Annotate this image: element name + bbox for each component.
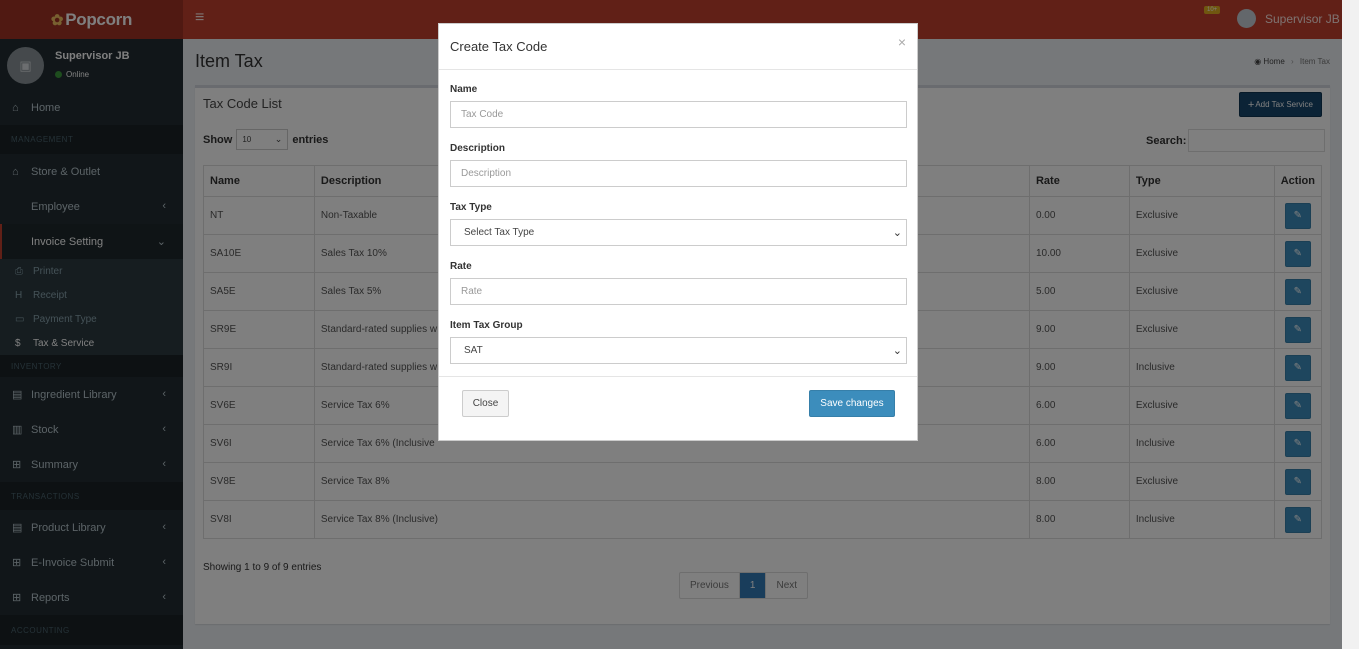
- page-scrollbar[interactable]: [1342, 0, 1359, 649]
- description-input[interactable]: Description: [450, 160, 907, 187]
- modal-footer-divider: [439, 376, 917, 377]
- chevron-down-icon: ⌄: [892, 345, 902, 357]
- save-changes-button[interactable]: Save changes: [809, 390, 895, 417]
- modal-header: Create Tax Code ×: [439, 24, 917, 70]
- item-tax-group-select[interactable]: SAT ⌄: [450, 337, 907, 364]
- app-root: ✿ Popcorn ≡ 10+ Supervisor JB ▣ Supervis…: [0, 0, 1359, 649]
- name-label: Name: [450, 84, 478, 95]
- tax-type-value: Select Tax Type: [464, 227, 535, 238]
- description-label: Description: [450, 143, 506, 154]
- close-button[interactable]: Close: [462, 390, 509, 417]
- item-tax-group-label: Item Tax Group: [450, 320, 523, 331]
- name-input[interactable]: Tax Code: [450, 101, 907, 128]
- close-icon[interactable]: ×: [898, 34, 906, 50]
- chevron-down-icon: ⌄: [892, 227, 902, 239]
- modal-title: Create Tax Code: [450, 39, 548, 54]
- item-tax-group-value: SAT: [464, 345, 483, 356]
- create-tax-code-modal: Create Tax Code × Name Tax Code Descript…: [438, 23, 918, 441]
- rate-input[interactable]: Rate: [450, 278, 907, 305]
- tax-type-label: Tax Type: [450, 202, 492, 213]
- tax-type-select[interactable]: Select Tax Type ⌄: [450, 219, 907, 246]
- rate-label: Rate: [450, 261, 472, 272]
